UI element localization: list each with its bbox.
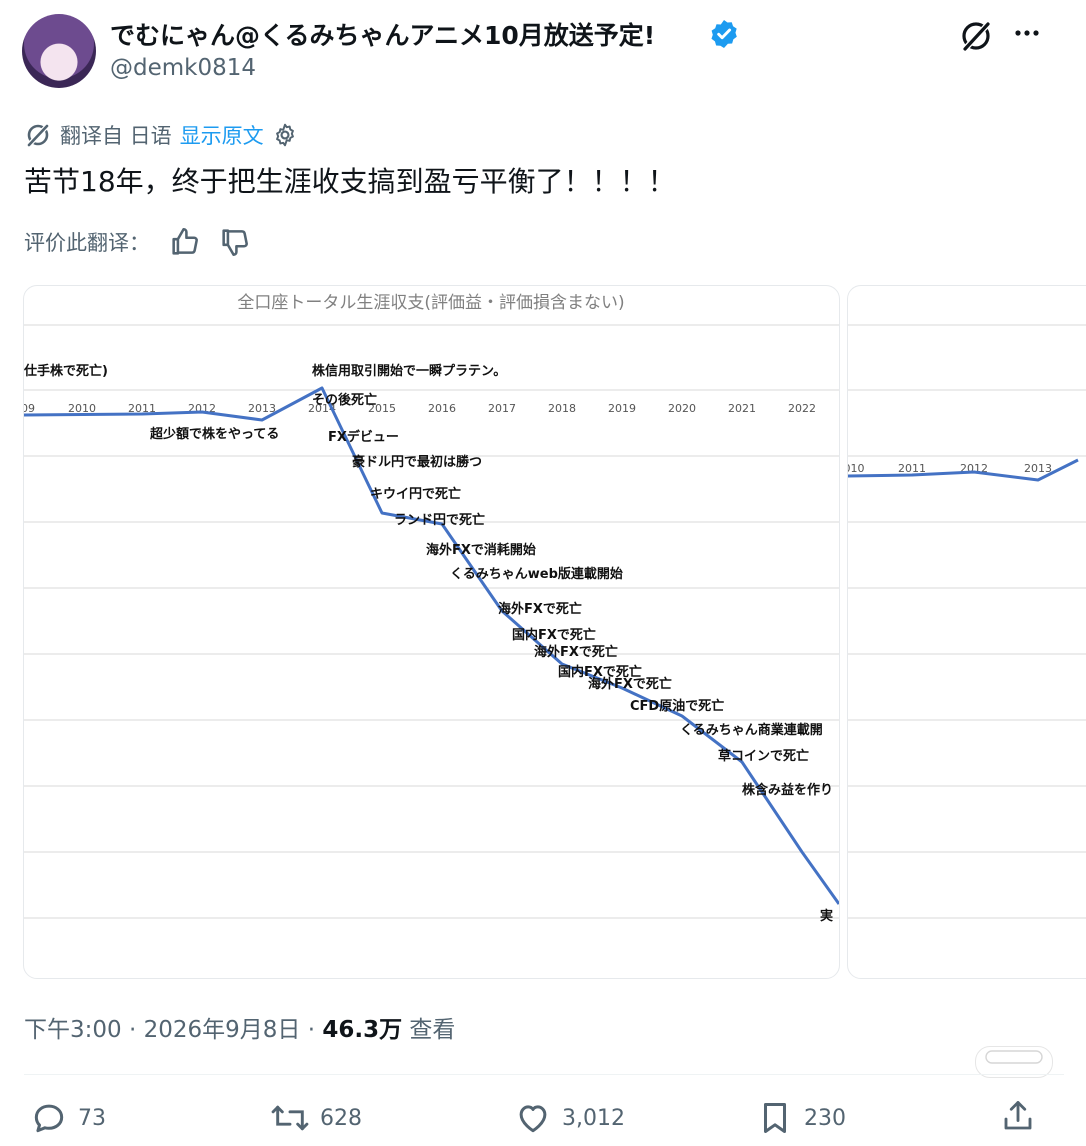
chart-annotation: 超少額で株をやってる — [150, 426, 279, 442]
chart-annotation: 国内FXで死亡 — [512, 627, 596, 643]
user-handle[interactable]: @demk0814 — [110, 55, 256, 81]
lifetime-pnl-chart: 全口座トータル生涯収支(評価益・評価損含まない) 092010201120122… — [24, 293, 839, 924]
chart-annotation: 草コインで死亡 — [718, 748, 809, 764]
bookmark-count: 230 — [804, 1105, 846, 1131]
avatar[interactable] — [22, 14, 96, 88]
bookmark-icon — [763, 1103, 787, 1133]
x-tick-label: 2021 — [728, 402, 756, 415]
heart-icon — [519, 1105, 547, 1133]
chart-annotation: 豪ドル円で最初は勝つ — [352, 454, 482, 470]
like-count: 3,012 — [562, 1105, 625, 1131]
chart-annotation: ランド円で死亡 — [394, 512, 485, 528]
thumbs-down-icon[interactable] — [218, 225, 252, 259]
display-name[interactable]: でむにゃん@くるみちゃんアニメ10月放送予定! — [110, 16, 655, 52]
tweet-meta: 下午3:00 · 2026年9月8日 · 46.3万 查看 — [24, 1010, 455, 1044]
x-tick-label: 2019 — [608, 402, 636, 415]
media-image-chart-2[interactable]: 010201120122013 — [847, 285, 1086, 979]
chart-annotation: 海外FXで死亡 — [534, 644, 618, 660]
reply-icon — [34, 1104, 64, 1133]
show-original-link[interactable]: 显示原文 — [180, 120, 264, 150]
repost-icon — [271, 1105, 309, 1131]
chart-annotation: CFD原油で死亡 — [630, 698, 724, 714]
x-tick-label: 2013 — [1024, 462, 1052, 475]
grok-translate-icon — [26, 123, 50, 148]
translation-source-label: 翻译自 日语 — [60, 124, 172, 148]
chart-annotation: 実 — [820, 908, 833, 924]
views-label: 查看 — [402, 1017, 456, 1043]
chart-annotation: キウイ円で死亡 — [370, 486, 461, 502]
chart-annotation: 仕手株で死亡) — [24, 363, 108, 379]
repost-count: 628 — [320, 1105, 362, 1131]
chart-annotation: くるみちゃんweb版連載開始 — [450, 566, 623, 582]
x-tick-label: 2020 — [668, 402, 696, 415]
translation-bar: 翻译自 日语 显示原文 — [24, 118, 298, 152]
thumbs-up-icon[interactable] — [168, 225, 202, 259]
x-tick-label: 2018 — [548, 402, 576, 415]
share-icon[interactable] — [1000, 1098, 1036, 1134]
watermark-logo-icon — [985, 1050, 1043, 1064]
more-options-icon[interactable] — [1010, 18, 1044, 48]
chart-annotation: 海外FXで消耗開始 — [426, 542, 536, 558]
tweet-text: 苦节18年，终于把生涯收支搞到盈亏平衡了！！！！ — [24, 165, 676, 198]
chart-annotation: 海外FXで死亡 — [588, 676, 672, 692]
rate-translation-label: 评价此翻译： — [24, 231, 150, 255]
settings-gear-icon[interactable] — [272, 122, 298, 148]
timestamp[interactable]: 下午3:00 · 2026年9月8日 · — [24, 1017, 322, 1043]
chart-annotation: その後死亡 — [312, 392, 377, 408]
chart-annotation: 株含み益を作り — [742, 782, 833, 798]
repost-button[interactable]: 628 — [270, 1097, 362, 1139]
reply-button[interactable]: 73 — [30, 1097, 106, 1139]
rate-translation: 评价此翻译： — [24, 224, 252, 260]
chart-annotation: FXデビュー — [328, 429, 399, 445]
divider — [24, 1074, 1064, 1075]
view-count: 46.3万 — [322, 1017, 403, 1043]
lifetime-pnl-chart-2: 010201120122013 — [848, 324, 1086, 919]
x-tick-label: 09 — [24, 402, 35, 415]
like-button[interactable]: 3,012 — [514, 1097, 625, 1139]
x-tick-label: 2017 — [488, 402, 516, 415]
grok-icon[interactable] — [958, 18, 994, 54]
verified-badge-icon — [711, 20, 737, 48]
chart-annotation: くるみちゃん商業連載開 — [680, 722, 823, 738]
x-tick-label: 2013 — [248, 402, 276, 415]
reply-count: 73 — [78, 1105, 106, 1131]
chart-title: 全口座トータル生涯収支(評価益・評価損含まない) — [237, 293, 624, 313]
bookmark-button[interactable]: 230 — [756, 1097, 846, 1139]
x-tick-label: 2022 — [788, 402, 816, 415]
chart-annotation: 海外FXで死亡 — [498, 601, 582, 617]
media-image-chart[interactable]: 全口座トータル生涯収支(評価益・評価損含まない) 092010201120122… — [23, 285, 840, 979]
x-tick-label: 2016 — [428, 402, 456, 415]
x-tick-label: 010 — [848, 462, 865, 475]
chart-annotation: 株信用取引開始で一瞬プラテン。 — [312, 363, 506, 379]
